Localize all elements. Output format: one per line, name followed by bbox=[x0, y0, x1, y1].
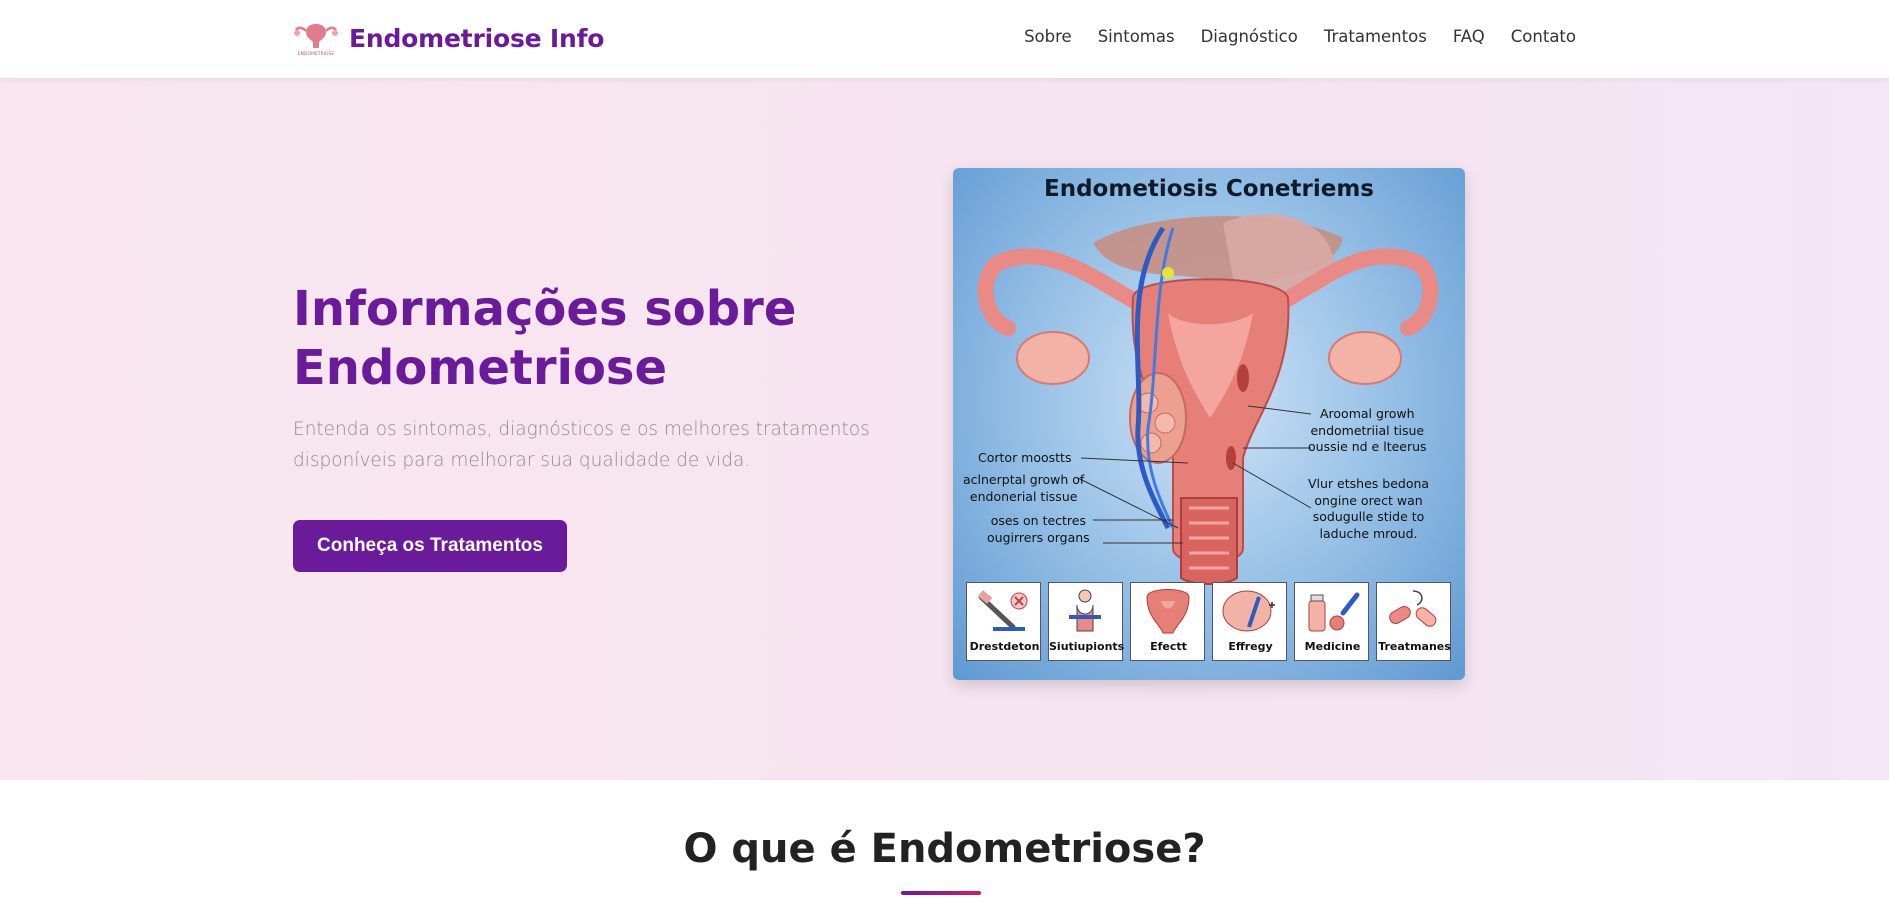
tile-efficacy: Effregy bbox=[1212, 582, 1287, 661]
tile-label: Drestdeton bbox=[969, 640, 1040, 653]
brand-link[interactable]: ENDOMETRIOSE Endometriose Info bbox=[293, 18, 604, 58]
tile-label: Siutiupionts bbox=[1049, 640, 1125, 653]
tile-label: Efectt bbox=[1150, 640, 1187, 653]
nav-link-contato[interactable]: Contato bbox=[1511, 27, 1576, 46]
figure-icon bbox=[1069, 589, 1101, 632]
section-title: O que é Endometriose? bbox=[683, 826, 1206, 872]
tile-treatments: Treatmanes bbox=[1376, 582, 1451, 661]
tile-medicine: Medicine bbox=[1294, 582, 1369, 661]
tile-label: Medicine bbox=[1304, 640, 1361, 653]
site-header: ENDOMETRIOSE Endometriose Info Sobre Sin… bbox=[0, 0, 1889, 78]
treatment-tiles: Drestdeton Siutiupionts Efectt Effregy M… bbox=[966, 582, 1451, 661]
illustration-note: Cortor moostts bbox=[978, 450, 1072, 465]
title-underline bbox=[901, 891, 981, 895]
illustration-note: Aroomal growh endometriial tisue oussie … bbox=[1308, 406, 1427, 454]
nav-link-faq[interactable]: FAQ bbox=[1453, 27, 1485, 46]
uterus-icon bbox=[1146, 589, 1190, 634]
tile-label: Effregy bbox=[1228, 640, 1273, 653]
nav-link-tratamentos[interactable]: Tratamentos bbox=[1324, 27, 1427, 46]
endometriosis-illustration: Endometiosis Conetriems Cortor moostts a… bbox=[953, 168, 1465, 680]
tile-diagnosis: Drestdeton bbox=[966, 582, 1041, 661]
svg-text:ENDOMETRIOSE: ENDOMETRIOSE bbox=[298, 51, 335, 57]
tile-effect: Efectt bbox=[1130, 582, 1205, 661]
scalpel-icon bbox=[977, 590, 1028, 631]
treatments-cta-button[interactable]: Conheça os Tratamentos bbox=[293, 520, 567, 572]
hero-subtitle: Entenda os sintomas, diagnósticos e os m… bbox=[293, 419, 870, 471]
pills-icon bbox=[1389, 590, 1437, 627]
illustration-note: Vlur etshes bedona ongine orect wan sodu… bbox=[1308, 476, 1430, 541]
tile-label: Treatmanes bbox=[1378, 640, 1451, 653]
illustration-title: Endometiosis Conetriems bbox=[1044, 176, 1374, 202]
illustration-note: aclnerptal growh of endonerial tissue bbox=[963, 472, 1085, 504]
brand-name: Endometriose Info bbox=[349, 23, 605, 53]
illustration-note: oses on tectres ougirrers organs bbox=[987, 513, 1090, 545]
main-nav: Sobre Sintomas Diagnóstico Tratamentos F… bbox=[1024, 27, 1576, 46]
nav-link-sintomas[interactable]: Sintomas bbox=[1098, 27, 1175, 46]
pelvis-icon bbox=[1222, 590, 1275, 632]
tile-symptoms: Siutiupionts bbox=[1048, 582, 1125, 661]
nav-link-diagnostico[interactable]: Diagnóstico bbox=[1201, 27, 1298, 46]
uterus-logo-icon: ENDOMETRIOSE bbox=[294, 24, 338, 57]
hero-section: Informações sobre Endometriose Entenda o… bbox=[0, 78, 1889, 780]
nav-link-sobre[interactable]: Sobre bbox=[1024, 27, 1072, 46]
hero-title: Informações sobre Endometriose bbox=[293, 281, 797, 396]
medicine-bottle-icon bbox=[1308, 592, 1360, 632]
